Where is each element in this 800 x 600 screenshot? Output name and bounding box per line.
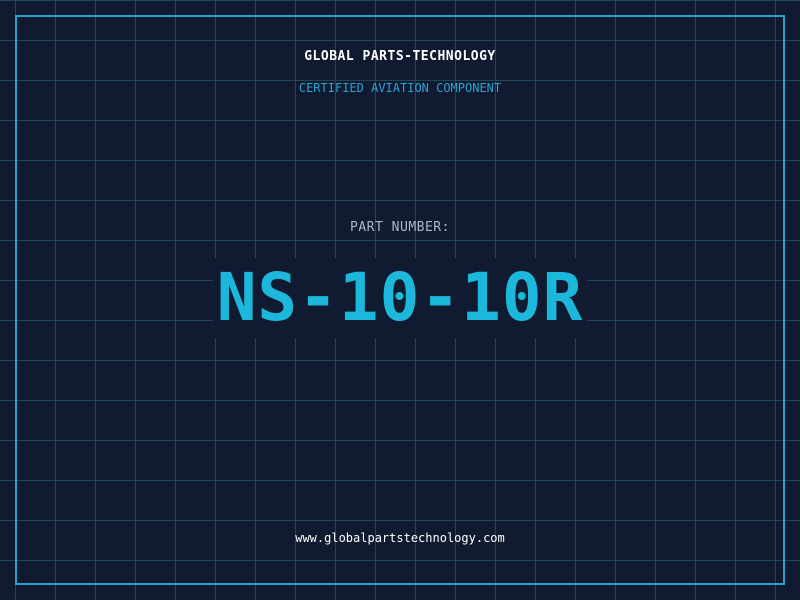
company-name: GLOBAL PARTS-TECHNOLOGY (304, 49, 496, 64)
part-number-value: NS-10-10R (212, 258, 588, 338)
part-number-label: PART NUMBER: (350, 220, 450, 235)
certification-tagline: CERTIFIED AVIATION COMPONENT (298, 81, 502, 95)
website-url: www.globalpartstechnology.com (295, 531, 505, 545)
part-number-container: NS-10-10R (0, 258, 800, 338)
